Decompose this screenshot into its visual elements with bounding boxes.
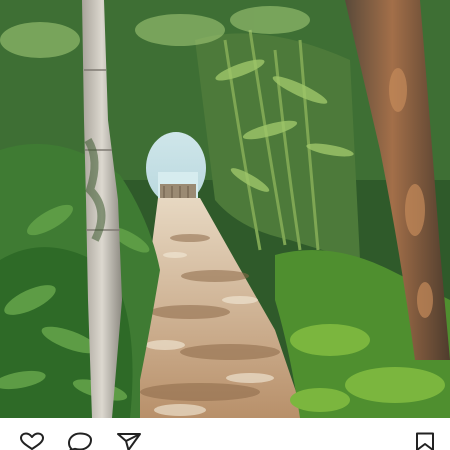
- forest-path-image: [0, 0, 450, 418]
- heart-icon: [20, 432, 44, 450]
- bookmark-icon: [416, 432, 434, 450]
- instagram-post: [0, 0, 450, 450]
- comment-button[interactable]: [65, 432, 95, 450]
- like-button[interactable]: [17, 432, 47, 450]
- share-icon: [117, 433, 141, 450]
- save-button[interactable]: [410, 432, 440, 450]
- share-button[interactable]: [114, 432, 144, 450]
- post-photo[interactable]: [0, 0, 450, 418]
- comment-icon: [68, 432, 92, 450]
- post-action-bar: [0, 418, 450, 450]
